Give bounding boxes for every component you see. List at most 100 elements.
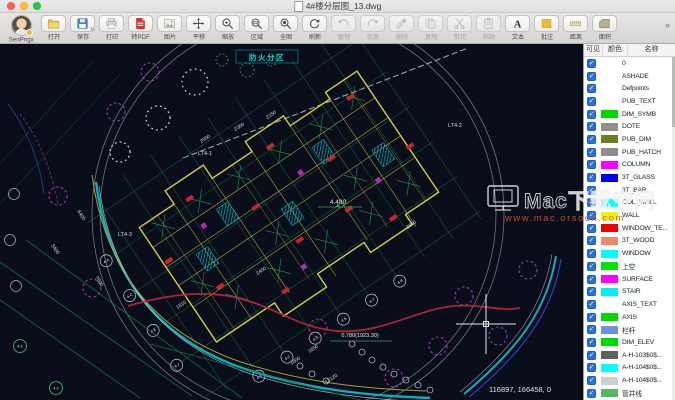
layer-color-swatch[interactable]	[601, 135, 618, 144]
visibility-checkbox[interactable]: ✓	[587, 274, 596, 284]
toolbar-overflow-chevron[interactable]: »	[665, 20, 670, 30]
print-button[interactable]	[99, 15, 124, 32]
layer-color-swatch[interactable]	[601, 110, 618, 119]
layer-color-swatch[interactable]	[601, 173, 618, 182]
visibility-checkbox[interactable]: ✓	[587, 109, 596, 119]
layer-color-swatch[interactable]	[601, 97, 618, 106]
layer-row[interactable]: ✓ 3T_BAR	[584, 184, 675, 197]
layer-row[interactable]: ✓ STAIR	[584, 285, 675, 298]
tool-area[interactable]: 面积	[590, 15, 619, 43]
minimize-button[interactable]	[20, 2, 28, 10]
pan-button[interactable]	[186, 15, 211, 32]
text-button[interactable]	[505, 15, 530, 32]
layer-row[interactable]: ✓ 3T_GLASS	[584, 171, 675, 184]
tool-pan[interactable]: 平移	[184, 15, 213, 43]
layer-row[interactable]: ✓ A-H-104$0$...	[584, 374, 675, 387]
image-button[interactable]	[157, 15, 182, 32]
layer-color-swatch[interactable]	[601, 325, 618, 334]
tool-folder[interactable]: 打开	[39, 15, 68, 43]
layer-color-swatch[interactable]	[601, 72, 618, 81]
dropdown-caret[interactable]: v	[91, 26, 95, 33]
layer-color-swatch[interactable]	[601, 351, 618, 360]
layer-color-swatch[interactable]	[601, 186, 618, 195]
visibility-checkbox[interactable]: ✓	[587, 236, 596, 246]
layer-color-swatch[interactable]	[601, 389, 618, 398]
visibility-checkbox[interactable]: ✓	[587, 350, 596, 360]
layer-row[interactable]: ✓ DOTE	[584, 120, 675, 133]
layer-row[interactable]: ✓ WINDOW	[584, 247, 675, 260]
tool-refresh[interactable]: 刷新	[300, 15, 329, 43]
layer-row[interactable]: ✓ COL_WALL	[584, 197, 675, 210]
visibility-checkbox[interactable]: ✓	[587, 337, 596, 347]
tool-image[interactable]: 图片	[155, 15, 184, 43]
layer-row[interactable]: ✓ DIM_ELEV	[584, 336, 675, 349]
visibility-checkbox[interactable]: ✓	[587, 71, 596, 81]
visibility-checkbox[interactable]: ✓	[587, 96, 596, 106]
layer-row[interactable]: ✓ A-H-104$0$...	[584, 362, 675, 375]
tool-pdf[interactable]: 转PDF	[126, 15, 155, 43]
pdf-button[interactable]	[128, 15, 153, 32]
layer-row[interactable]: ✓ 栏杆	[584, 323, 675, 336]
layer-color-swatch[interactable]	[601, 363, 618, 372]
area-button[interactable]	[592, 15, 617, 32]
layer-color-swatch[interactable]	[601, 376, 618, 385]
visibility-checkbox[interactable]: ✓	[587, 147, 596, 157]
layer-color-swatch[interactable]	[601, 300, 618, 309]
layer-row[interactable]: ✓ SURFACE	[584, 273, 675, 286]
visibility-checkbox[interactable]: ✓	[587, 325, 596, 335]
refresh-button[interactable]	[302, 15, 327, 32]
visibility-checkbox[interactable]: ✓	[587, 211, 596, 221]
visibility-checkbox[interactable]: ✓	[587, 299, 596, 309]
layer-row[interactable]: ✓ AXIS	[584, 311, 675, 324]
layer-row[interactable]: ✓ 3T_WOOD	[584, 235, 675, 248]
distance-button[interactable]	[563, 15, 588, 32]
cad-drawing[interactable]: 4-14-24-34-54-74-94-A4-C4-E4-J 4-14-2 24…	[0, 44, 583, 400]
folder-button[interactable]	[41, 15, 66, 32]
layer-color-swatch[interactable]	[601, 160, 618, 169]
visibility-checkbox[interactable]: ✓	[587, 58, 596, 68]
user-avatar[interactable]	[10, 15, 33, 36]
layer-row[interactable]: ✓ COLUMN	[584, 159, 675, 172]
close-button[interactable]	[7, 2, 15, 10]
layer-color-swatch[interactable]	[601, 148, 618, 157]
visibility-checkbox[interactable]: ✓	[587, 363, 596, 373]
layer-color-swatch[interactable]	[601, 122, 618, 131]
layer-color-swatch[interactable]	[601, 84, 618, 93]
layer-row[interactable]: ✓ DIM_SYMB	[584, 108, 675, 121]
visibility-checkbox[interactable]: ✓	[587, 249, 596, 259]
layer-color-swatch[interactable]	[601, 224, 618, 233]
layer-color-swatch[interactable]	[601, 59, 618, 68]
layer-color-swatch[interactable]	[601, 249, 618, 258]
visibility-checkbox[interactable]: ✓	[587, 287, 596, 297]
tool-save[interactable]: v 保存	[68, 15, 97, 43]
visibility-checkbox[interactable]: ✓	[587, 198, 596, 208]
layer-row[interactable]: ✓ AXIS_TEXT	[584, 298, 675, 311]
layer-row[interactable]: ✓ PUB_HATCH	[584, 146, 675, 159]
layer-color-swatch[interactable]	[601, 262, 618, 271]
tool-note[interactable]: 批注	[532, 15, 561, 43]
visibility-checkbox[interactable]: ✓	[587, 312, 596, 322]
zoom-button[interactable]	[33, 2, 41, 10]
visibility-checkbox[interactable]: ✓	[587, 388, 596, 398]
layer-row[interactable]: ✓ PUB_DIM	[584, 133, 675, 146]
layer-row[interactable]: ✓ WALL	[584, 209, 675, 222]
layer-row[interactable]: ✓ 管井线	[584, 387, 675, 400]
zoom-region-button[interactable]	[244, 15, 269, 32]
tool-zoom-fit[interactable]: 全图	[271, 15, 300, 43]
visibility-checkbox[interactable]: ✓	[587, 160, 596, 170]
layer-row[interactable]: ✓ 上空	[584, 260, 675, 273]
tool-print[interactable]: 打印	[97, 15, 126, 43]
layer-color-swatch[interactable]	[601, 338, 618, 347]
visibility-checkbox[interactable]: ✓	[587, 185, 596, 195]
layer-row[interactable]: ✓ WINDOW_TE...	[584, 222, 675, 235]
layer-row[interactable]: ✓ ASHADE	[584, 70, 675, 83]
zoom-button[interactable]	[215, 15, 240, 32]
save-button[interactable]: v	[70, 15, 95, 33]
visibility-checkbox[interactable]: ✓	[587, 173, 596, 183]
visibility-checkbox[interactable]: ✓	[587, 261, 596, 271]
layer-color-swatch[interactable]	[601, 275, 618, 284]
layer-color-swatch[interactable]	[601, 198, 618, 207]
visibility-checkbox[interactable]: ✓	[587, 134, 596, 144]
tool-text[interactable]: 文本	[503, 15, 532, 43]
tool-avatar[interactable]: SenPngx	[3, 15, 39, 44]
